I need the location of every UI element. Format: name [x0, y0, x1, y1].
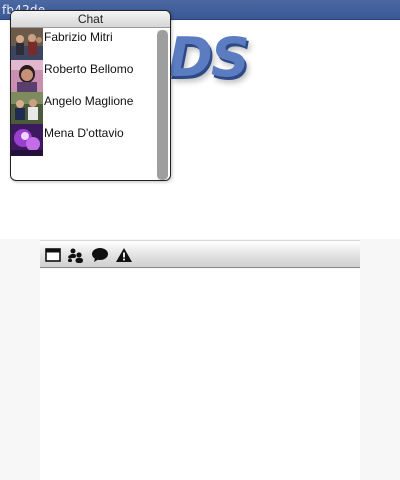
chat-contact-item[interactable]: Roberto Bellomo — [11, 60, 157, 92]
chat-contact-name: Mena D'ottavio — [44, 126, 124, 140]
people-icon[interactable] — [66, 246, 86, 264]
chat-contact-name: Roberto Bellomo — [44, 62, 134, 76]
toolbar — [40, 240, 360, 268]
chat-panel-header[interactable]: Chat — [11, 11, 170, 28]
warning-icon[interactable] — [114, 246, 134, 264]
avatar — [11, 92, 43, 124]
chat-contact-name: Fabrizio Mitri — [44, 30, 113, 44]
chat-contact-item[interactable]: Fabrizio Mitri — [11, 28, 157, 60]
avatar — [11, 28, 43, 60]
chat-contact-item[interactable]: Angelo Maglione — [11, 92, 157, 124]
chat-contact-item[interactable]: Mena D'ottavio — [11, 124, 157, 156]
avatar — [11, 124, 43, 156]
chat-contact-name: Angelo Maglione — [44, 94, 134, 108]
content-panel — [40, 269, 360, 480]
chat-panel: Chat Fabrizio Mitri Roberto Bellomo Ange… — [10, 10, 171, 181]
chat-contact-list: Fabrizio Mitri Roberto Bellomo Angelo Ma… — [11, 28, 157, 156]
chat-scrollbar[interactable] — [157, 30, 168, 180]
chat-scroll-thumb[interactable] — [157, 30, 168, 180]
avatar — [11, 60, 43, 92]
window-icon[interactable] — [43, 246, 63, 264]
app-logo: DS — [168, 26, 250, 89]
speech-bubble-icon[interactable] — [90, 246, 110, 264]
